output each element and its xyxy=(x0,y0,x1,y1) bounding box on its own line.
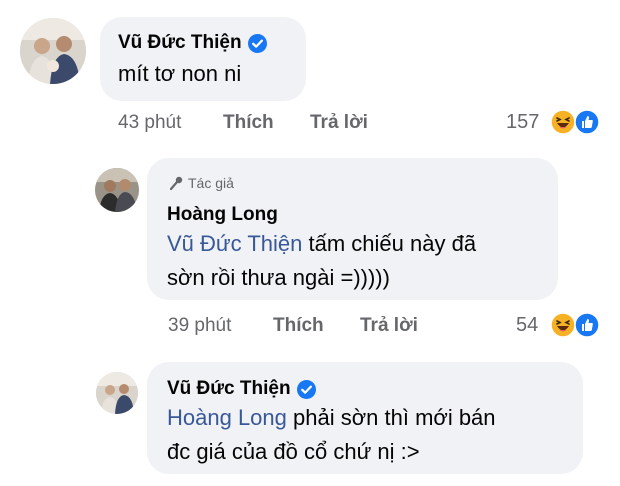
haha-icon[interactable] xyxy=(550,312,576,338)
author-name-text[interactable]: Vũ Đức Thiện xyxy=(167,378,291,400)
comment-time[interactable]: 43 phút xyxy=(118,112,181,134)
comment-text: mít tơ non ni xyxy=(118,61,242,86)
avatar-photo xyxy=(96,372,138,414)
comment-author-name[interactable]: Hoàng Long xyxy=(167,204,278,226)
author-tag: Tác giả xyxy=(168,175,234,191)
mention-link[interactable]: Hoàng Long xyxy=(167,405,287,430)
haha-icon[interactable] xyxy=(550,109,576,135)
reply-button[interactable]: Trả lời xyxy=(310,112,368,134)
like-icon[interactable] xyxy=(574,312,600,338)
comment-text-line-2: sờn rồi thưa ngài =))))) xyxy=(167,265,390,290)
like-icon[interactable] xyxy=(574,109,600,135)
comment-text-line-2: đc giá của đồ cổ chứ nị :> xyxy=(167,439,420,464)
comment-text-line-1: Vũ Đức Thiện tấm chiếu này đã xyxy=(167,228,476,260)
comment-text: tấm chiếu này đã xyxy=(308,231,477,256)
avatar-hoang-long[interactable] xyxy=(95,168,139,212)
comment-time[interactable]: 39 phút xyxy=(168,315,231,337)
reply-button[interactable]: Trả lời xyxy=(360,315,418,337)
microphone-icon xyxy=(169,176,183,191)
author-tag-label: Tác giả xyxy=(188,175,234,191)
like-button[interactable]: Thích xyxy=(273,315,324,337)
comment-author-name[interactable]: Vũ Đức Thiện xyxy=(167,378,316,400)
like-button[interactable]: Thích xyxy=(223,112,274,134)
verified-badge-icon xyxy=(296,379,316,399)
comment-text: phải sờn thì mới bán xyxy=(293,405,496,430)
reaction-count[interactable]: 54 xyxy=(516,314,538,337)
verified-badge-icon xyxy=(247,33,267,53)
avatar-vu-duc-thien[interactable] xyxy=(96,372,138,414)
avatar-vu-duc-thien[interactable] xyxy=(20,18,86,84)
avatar-photo xyxy=(20,18,86,84)
mention-link[interactable]: Vũ Đức Thiện xyxy=(167,231,302,256)
author-name-text[interactable]: Vũ Đức Thiện xyxy=(118,32,242,54)
reaction-count[interactable]: 157 xyxy=(506,111,539,134)
comment-text-line-1: Hoàng Long phải sờn thì mới bán xyxy=(167,402,496,434)
comment-author-name[interactable]: Vũ Đức Thiện xyxy=(118,32,267,54)
avatar-photo xyxy=(95,168,139,212)
